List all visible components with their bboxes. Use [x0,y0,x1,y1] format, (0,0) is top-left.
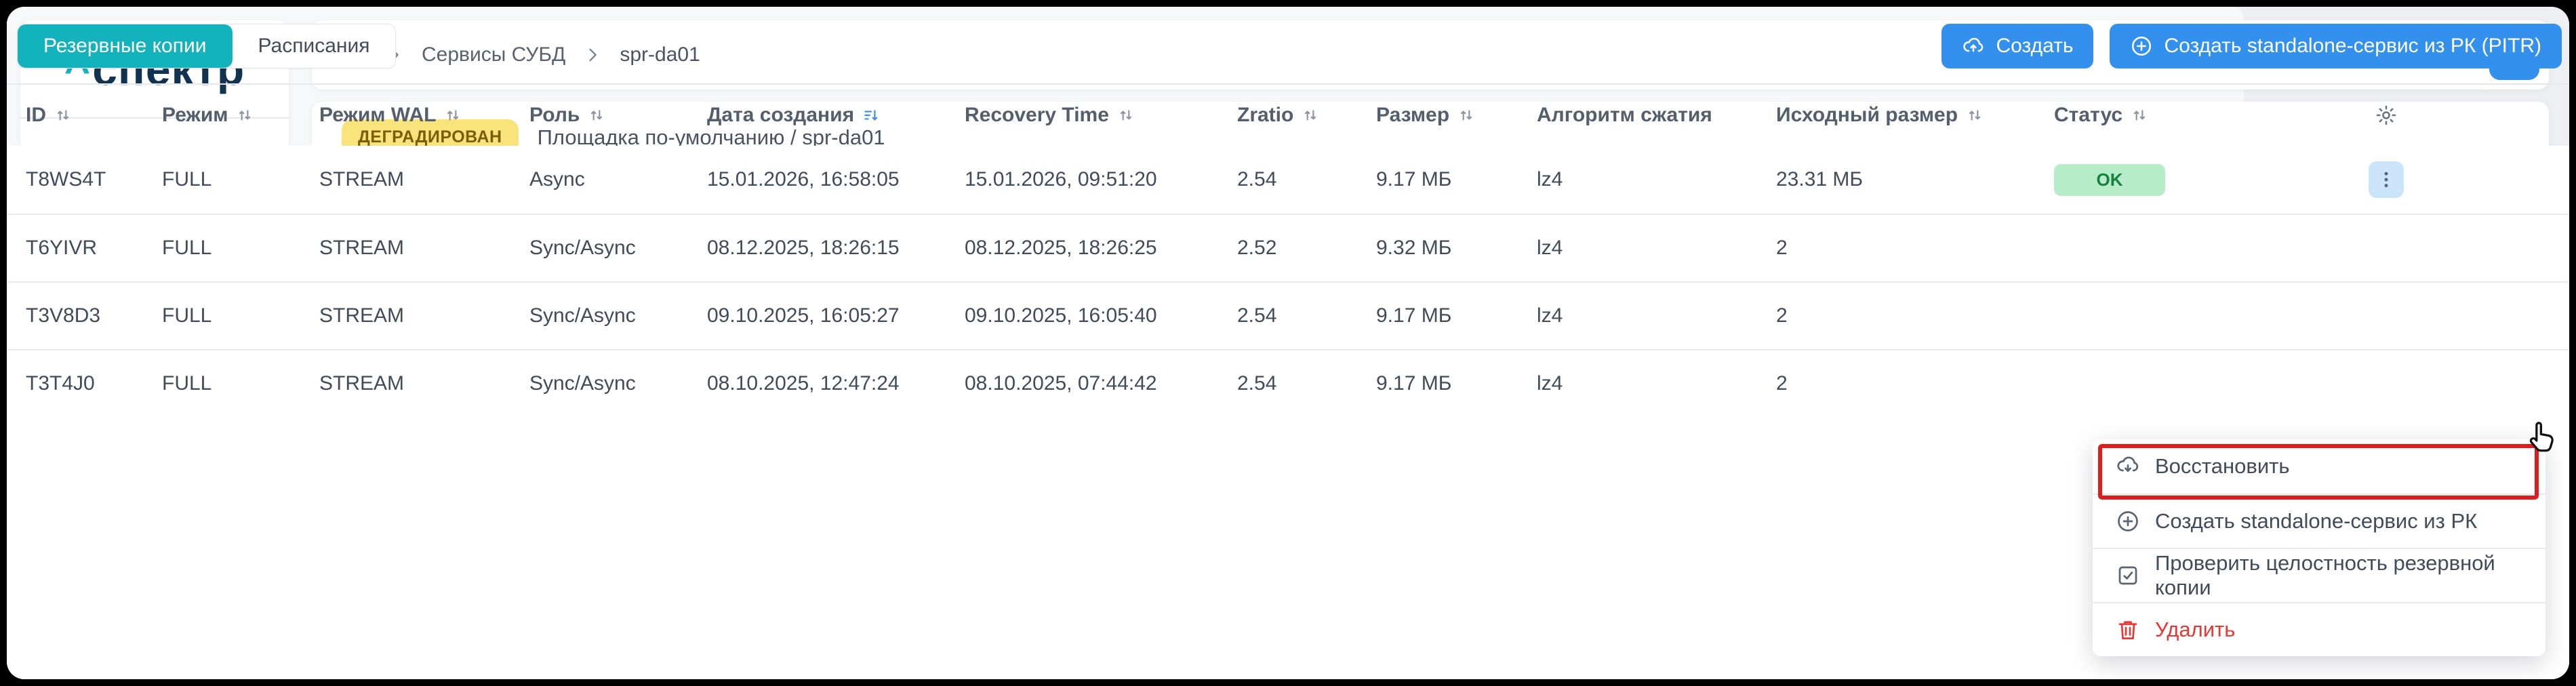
table-row: T8WS4T FULL STREAM Async 15.01.2026, 16:… [7,146,2569,214]
table-header: ID Режим Режим WAL Роль Дата создания Re… [7,83,2569,146]
sort-desc-active-icon [862,106,880,124]
sort-icon [2131,106,2148,124]
status-badge-ok: OK [2054,164,2165,196]
sort-icon [1457,106,1475,124]
sort-icon [588,106,605,124]
column-header-created[interactable]: Дата создания [707,104,965,127]
create-standalone-pitr-button[interactable]: Создать standalone-сервис из РК (PITR) [2110,24,2562,68]
trash-icon [2116,618,2140,642]
cell-zratio: 2.54 [1237,372,1376,395]
column-header-status[interactable]: Статус [2054,104,2203,127]
row-actions-menu: Восстановить Создать standalone-сервис и… [2093,439,2545,656]
cell-created: 08.12.2025, 18:26:15 [707,237,965,260]
cell-orig-size: 2 [1776,237,2054,260]
cloud-restore-icon [2116,454,2140,479]
cell-size: 9.17 МБ [1376,168,1537,191]
cell-zratio: 2.52 [1237,237,1376,260]
cell-role: Sync/Async [529,237,707,260]
cell-role: Sync/Async [529,304,707,327]
cell-role: Async [529,168,707,191]
cell-wal: STREAM [319,168,529,191]
cell-mode: FULL [162,372,319,395]
cell-algo: lz4 [1537,168,1776,191]
cell-id: T6YIVR [26,237,162,260]
gear-icon [2375,104,2398,127]
check-square-icon [2116,563,2140,588]
menu-item-restore[interactable]: Восстановить [2093,439,2545,493]
cell-orig-size: 2 [1776,372,2054,395]
menu-item-verify-integrity[interactable]: Проверить целостность резервной копии [2093,548,2545,602]
cell-mode: FULL [162,168,319,191]
cell-algo: lz4 [1537,304,1776,327]
cell-orig-size: 2 [1776,304,2054,327]
sort-icon [1117,106,1135,124]
backups-toolbar: Резервные копии Расписания Создать Созда… [17,24,2562,68]
cell-size: 9.17 МБ [1376,372,1537,395]
cloud-upload-icon [1962,35,1985,58]
backups-panel: Резервные копии Расписания Создать Созда… [7,7,2244,416]
create-backup-button[interactable]: Создать [1941,24,2093,68]
sort-icon [1302,106,1319,124]
sort-icon [444,106,462,124]
segment-schedules[interactable]: Расписания [233,24,396,68]
mouse-cursor-pointer [2523,418,2561,456]
cell-mode: FULL [162,304,319,327]
menu-item-create-standalone[interactable]: Создать standalone-сервис из РК [2093,493,2545,548]
column-header-recovery-time[interactable]: Recovery Time [965,104,1237,127]
cell-size: 9.32 МБ [1376,237,1537,260]
column-header-compression: Алгоритм сжатия [1537,104,1776,127]
cell-id: T8WS4T [26,168,162,191]
sort-icon [1966,106,1984,124]
plus-circle-icon [2116,509,2140,533]
cell-size: 9.17 МБ [1376,304,1537,327]
cell-zratio: 2.54 [1237,304,1376,327]
column-header-role[interactable]: Роль [529,104,707,127]
cell-created: 15.01.2026, 16:58:05 [707,168,965,191]
sort-icon [236,106,254,124]
table-row: T3V8D3 FULL STREAM Sync/Async 09.10.2025… [7,281,2569,349]
column-header-original-size[interactable]: Исходный размер [1776,104,2054,127]
cell-wal: STREAM [319,372,529,395]
cell-orig-size: 23.31 МБ [1776,168,2054,191]
column-header-zratio[interactable]: Zratio [1237,104,1376,127]
column-header-mode[interactable]: Режим [162,104,319,127]
cell-recovery: 15.01.2026, 09:51:20 [965,168,1237,191]
segment-backups[interactable]: Резервные копии [18,24,233,68]
cell-wal: STREAM [319,237,529,260]
cell-recovery: 08.12.2025, 18:26:25 [965,237,1237,260]
menu-item-delete[interactable]: Удалить [2093,602,2545,656]
table-settings-button[interactable] [2203,104,2569,127]
app-frame: ^ спектр ОБЪЕКТЫ УПРАВЛЕНИЯ Кластеры Узл… [7,7,2569,679]
cell-recovery: 09.10.2025, 16:05:40 [965,304,1237,327]
plus-circle-icon [2130,35,2153,58]
cell-wal: STREAM [319,304,529,327]
column-header-id[interactable]: ID [26,104,162,127]
sort-icon [54,106,72,124]
table-row: T3T4J0 FULL STREAM Sync/Async 08.10.2025… [7,349,2569,417]
cell-mode: FULL [162,237,319,260]
cell-id: T3T4J0 [26,372,162,395]
view-segmented-control: Резервные копии Расписания [17,24,396,68]
cell-algo: lz4 [1537,237,1776,260]
cell-created: 09.10.2025, 16:05:27 [707,304,965,327]
column-header-wal-mode[interactable]: Режим WAL [319,104,529,127]
kebab-icon [2376,169,2396,190]
cell-zratio: 2.54 [1237,168,1376,191]
cell-created: 08.10.2025, 12:47:24 [707,372,965,395]
column-header-size[interactable]: Размер [1376,104,1537,127]
cell-id: T3V8D3 [26,304,162,327]
table-row: T6YIVR FULL STREAM Sync/Async 08.12.2025… [7,214,2569,281]
cell-algo: lz4 [1537,372,1776,395]
cell-role: Sync/Async [529,372,707,395]
cell-recovery: 08.10.2025, 07:44:42 [965,372,1237,395]
row-actions-kebab-button[interactable] [2369,161,2404,198]
